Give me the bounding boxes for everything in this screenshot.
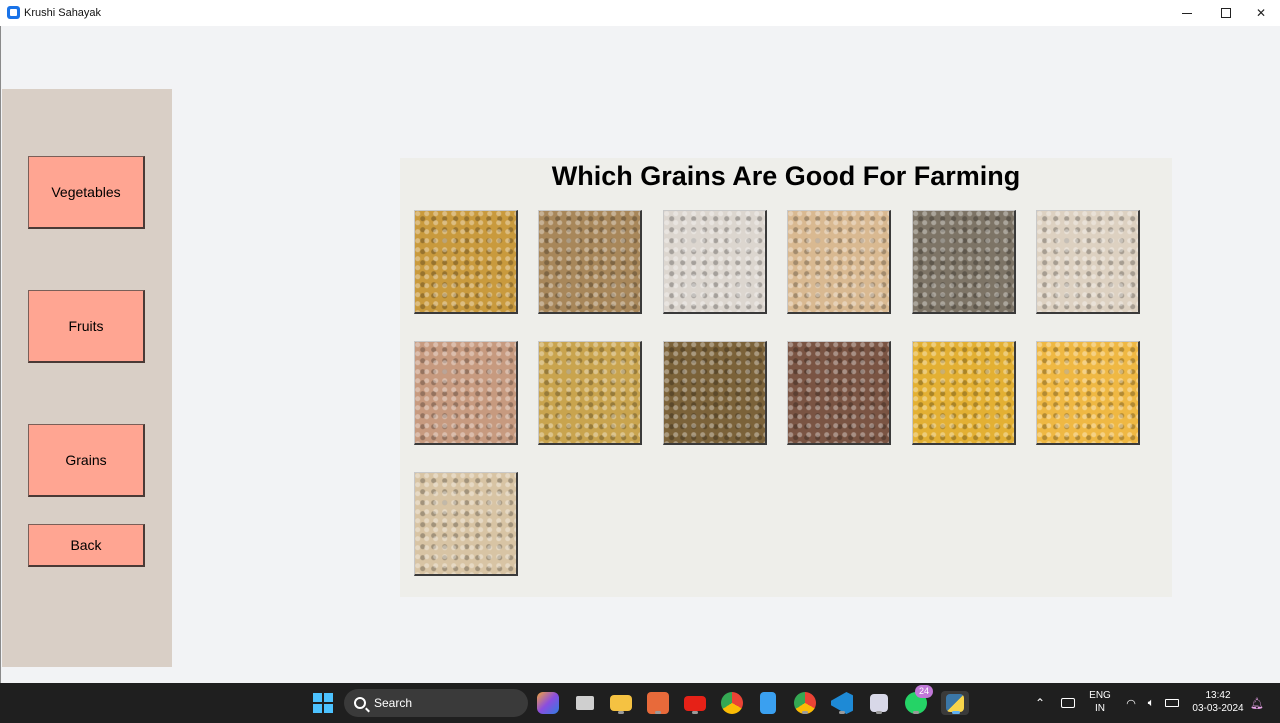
grain-image-barley[interactable] bbox=[414, 472, 518, 576]
maximize-button[interactable] bbox=[1207, 0, 1245, 26]
region-label: IN bbox=[1095, 703, 1105, 714]
vscode-icon[interactable] bbox=[831, 691, 853, 715]
grain-image-wheat[interactable] bbox=[414, 210, 518, 314]
volume-icon[interactable]: 🔈︎ bbox=[1143, 691, 1159, 715]
grain-image-pearl-millet[interactable] bbox=[912, 210, 1016, 314]
office-app-icon[interactable] bbox=[647, 691, 669, 715]
page-title: Which Grains Are Good For Farming bbox=[551, 161, 1021, 191]
windows-icon bbox=[312, 692, 334, 714]
app-icon bbox=[7, 6, 20, 19]
grain-image-oats[interactable] bbox=[787, 210, 891, 314]
notepad-icon[interactable] bbox=[757, 691, 779, 715]
wifi-icon[interactable]: ◠ bbox=[1124, 691, 1138, 715]
copilot-icon[interactable] bbox=[537, 691, 559, 715]
grain-image-horse-gram[interactable] bbox=[787, 341, 891, 445]
grain-image-rice[interactable] bbox=[663, 210, 767, 314]
python-app-icon[interactable] bbox=[941, 691, 969, 715]
minimize-button[interactable] bbox=[1168, 0, 1206, 26]
grains-panel: Which Grains Are Good For Farming bbox=[400, 158, 1172, 597]
notification-bell-icon[interactable]: 🔔︎ bbox=[1250, 691, 1264, 715]
window-title: Krushi Sahayak bbox=[24, 7, 102, 19]
clock-date: 03-03-2024 bbox=[1192, 703, 1244, 714]
language-indicator[interactable]: ENG IN bbox=[1086, 689, 1114, 715]
close-button[interactable] bbox=[1242, 0, 1280, 26]
search-icon bbox=[354, 697, 366, 709]
grain-image-moth-beans[interactable] bbox=[663, 341, 767, 445]
start-button[interactable] bbox=[311, 691, 335, 715]
back-button[interactable]: Back bbox=[28, 524, 145, 567]
whatsapp-icon[interactable]: 24 bbox=[905, 685, 933, 715]
chevron-up-icon[interactable]: ⌃ bbox=[1033, 691, 1047, 715]
grain-image-sorghum[interactable] bbox=[538, 210, 642, 314]
snipping-tool-icon[interactable] bbox=[868, 691, 890, 715]
vegetables-button[interactable]: Vegetables bbox=[28, 156, 145, 229]
taskbar-search[interactable]: Search bbox=[344, 689, 528, 717]
chrome-profile-icon[interactable] bbox=[794, 691, 816, 715]
grain-image-pigeon-peas[interactable] bbox=[1036, 341, 1140, 445]
language-label: ENG bbox=[1089, 690, 1111, 701]
title-bar: Krushi Sahayak bbox=[0, 0, 1280, 26]
search-label: Search bbox=[374, 696, 413, 710]
clock-time: 13:42 bbox=[1205, 690, 1231, 701]
task-view-icon[interactable] bbox=[574, 691, 596, 715]
sidebar: Vegetables Fruits Grains Back bbox=[2, 89, 172, 667]
youtube-icon[interactable] bbox=[684, 691, 706, 715]
keyboard-icon[interactable] bbox=[1059, 691, 1077, 715]
grain-image-yellow-split-peas[interactable] bbox=[912, 341, 1016, 445]
fruits-button[interactable]: Fruits bbox=[28, 290, 145, 363]
taskbar: Search 24 ⌃ ENG IN ◠ 🔈︎ 13:42 03-03-2024… bbox=[0, 683, 1280, 723]
file-explorer-icon[interactable] bbox=[610, 691, 632, 715]
battery-icon[interactable] bbox=[1163, 691, 1181, 715]
grain-image-chickpeas[interactable] bbox=[414, 341, 518, 445]
grain-image-maize[interactable] bbox=[538, 341, 642, 445]
window-edge bbox=[0, 26, 1, 683]
whatsapp-badge: 24 bbox=[914, 685, 933, 698]
chrome-icon[interactable] bbox=[721, 691, 743, 715]
grain-image-black-eyed-peas[interactable] bbox=[1036, 210, 1140, 314]
grains-button[interactable]: Grains bbox=[28, 424, 145, 497]
clock[interactable]: 13:42 03-03-2024 bbox=[1186, 689, 1250, 715]
